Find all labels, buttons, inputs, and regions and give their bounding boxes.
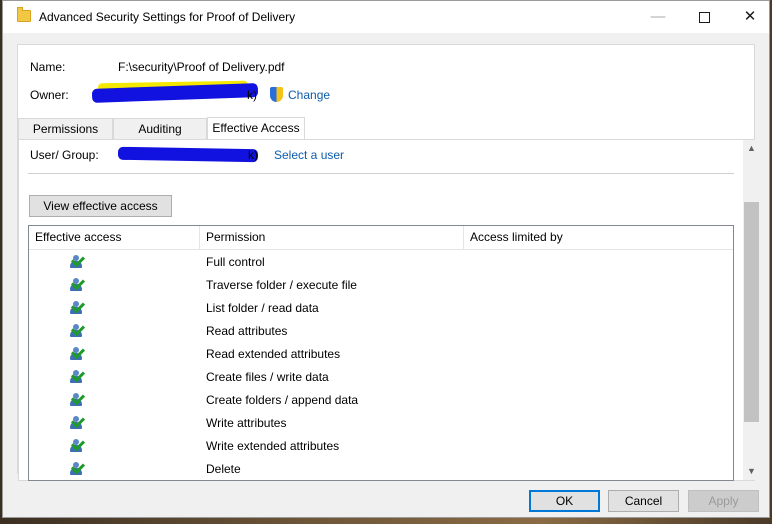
maximize-icon <box>698 11 710 23</box>
permission-name: Write attributes <box>206 416 287 430</box>
permission-name: Create folders / append data <box>206 393 359 407</box>
close-button[interactable]: ✕ <box>727 1 772 33</box>
select-user-link[interactable]: Select a user <box>274 148 344 162</box>
tab-permissions[interactable]: Permissions <box>18 118 113 140</box>
effective-access-list[interactable]: Effective access Permission Access limit… <box>28 225 734 481</box>
user-check-icon <box>69 321 86 338</box>
permission-name: Full control <box>206 255 265 269</box>
tab-auditing[interactable]: Auditing <box>113 118 207 140</box>
user-check-icon <box>69 252 86 269</box>
section-divider <box>28 173 734 174</box>
change-owner-link[interactable]: Change <box>288 88 330 102</box>
column-effective-access[interactable]: Effective access <box>35 230 121 244</box>
cancel-button[interactable]: Cancel <box>608 490 679 512</box>
user-check-icon <box>69 344 86 361</box>
table-row[interactable]: Read extended attributes <box>29 344 733 367</box>
tab-effective-access[interactable]: Effective Access <box>207 117 305 140</box>
column-separator <box>463 226 464 249</box>
scroll-up-icon[interactable]: ▲ <box>743 140 760 157</box>
user-check-icon <box>69 390 86 407</box>
vertical-scrollbar[interactable]: ▲ ▼ <box>743 140 760 480</box>
window-title: Advanced Security Settings for Proof of … <box>39 10 296 24</box>
table-row[interactable]: List folder / read data <box>29 298 733 321</box>
user-check-icon <box>69 367 86 384</box>
user-redaction <box>117 146 259 163</box>
owner-value: k) <box>247 88 257 102</box>
table-row[interactable]: Delete <box>29 459 733 480</box>
user-check-icon <box>69 275 86 292</box>
name-label: Name: <box>30 60 66 74</box>
column-separator <box>199 226 200 249</box>
minimize-button[interactable]: — <box>635 1 681 33</box>
folder-icon <box>17 7 31 22</box>
maximize-button[interactable] <box>681 1 727 33</box>
scroll-thumb[interactable] <box>744 202 759 422</box>
table-row[interactable]: Traverse folder / execute file <box>29 275 733 298</box>
user-check-icon <box>69 298 86 315</box>
table-row[interactable]: Create files / write data <box>29 367 733 390</box>
permission-name: Read extended attributes <box>206 347 341 361</box>
user-check-icon <box>69 436 86 453</box>
column-access-limited-by[interactable]: Access limited by <box>470 230 563 244</box>
table-row[interactable]: Write attributes <box>29 413 733 436</box>
scroll-down-icon[interactable]: ▼ <box>743 463 760 480</box>
view-effective-access-button[interactable]: View effective access <box>29 195 172 217</box>
permission-name: Create files / write data <box>206 370 329 384</box>
user-check-icon <box>69 413 86 430</box>
permission-name: Delete <box>206 462 241 476</box>
permission-name: List folder / read data <box>206 301 319 315</box>
title-bar[interactable]: Advanced Security Settings for Proof of … <box>3 1 769 33</box>
name-value: F:\security\Proof of Delivery.pdf <box>118 60 285 74</box>
ok-button[interactable]: OK <box>529 490 600 512</box>
uac-shield-icon <box>270 87 283 102</box>
apply-button[interactable]: Apply <box>688 490 759 512</box>
user-group-label: User/ Group: <box>30 148 99 162</box>
table-row[interactable]: Read attributes <box>29 321 733 344</box>
table-row[interactable]: Write extended attributes <box>29 436 733 459</box>
permission-name: Traverse folder / execute file <box>206 278 357 292</box>
permission-name: Read attributes <box>206 324 288 338</box>
user-check-icon <box>69 459 86 476</box>
owner-label: Owner: <box>30 88 69 102</box>
column-permission[interactable]: Permission <box>206 230 265 244</box>
permission-name: Write extended attributes <box>206 439 340 453</box>
table-row[interactable]: Create folders / append data <box>29 390 733 413</box>
list-header: Effective access Permission Access limit… <box>29 226 733 250</box>
table-row[interactable]: Full control <box>29 252 733 275</box>
user-group-value: k) <box>248 148 258 162</box>
